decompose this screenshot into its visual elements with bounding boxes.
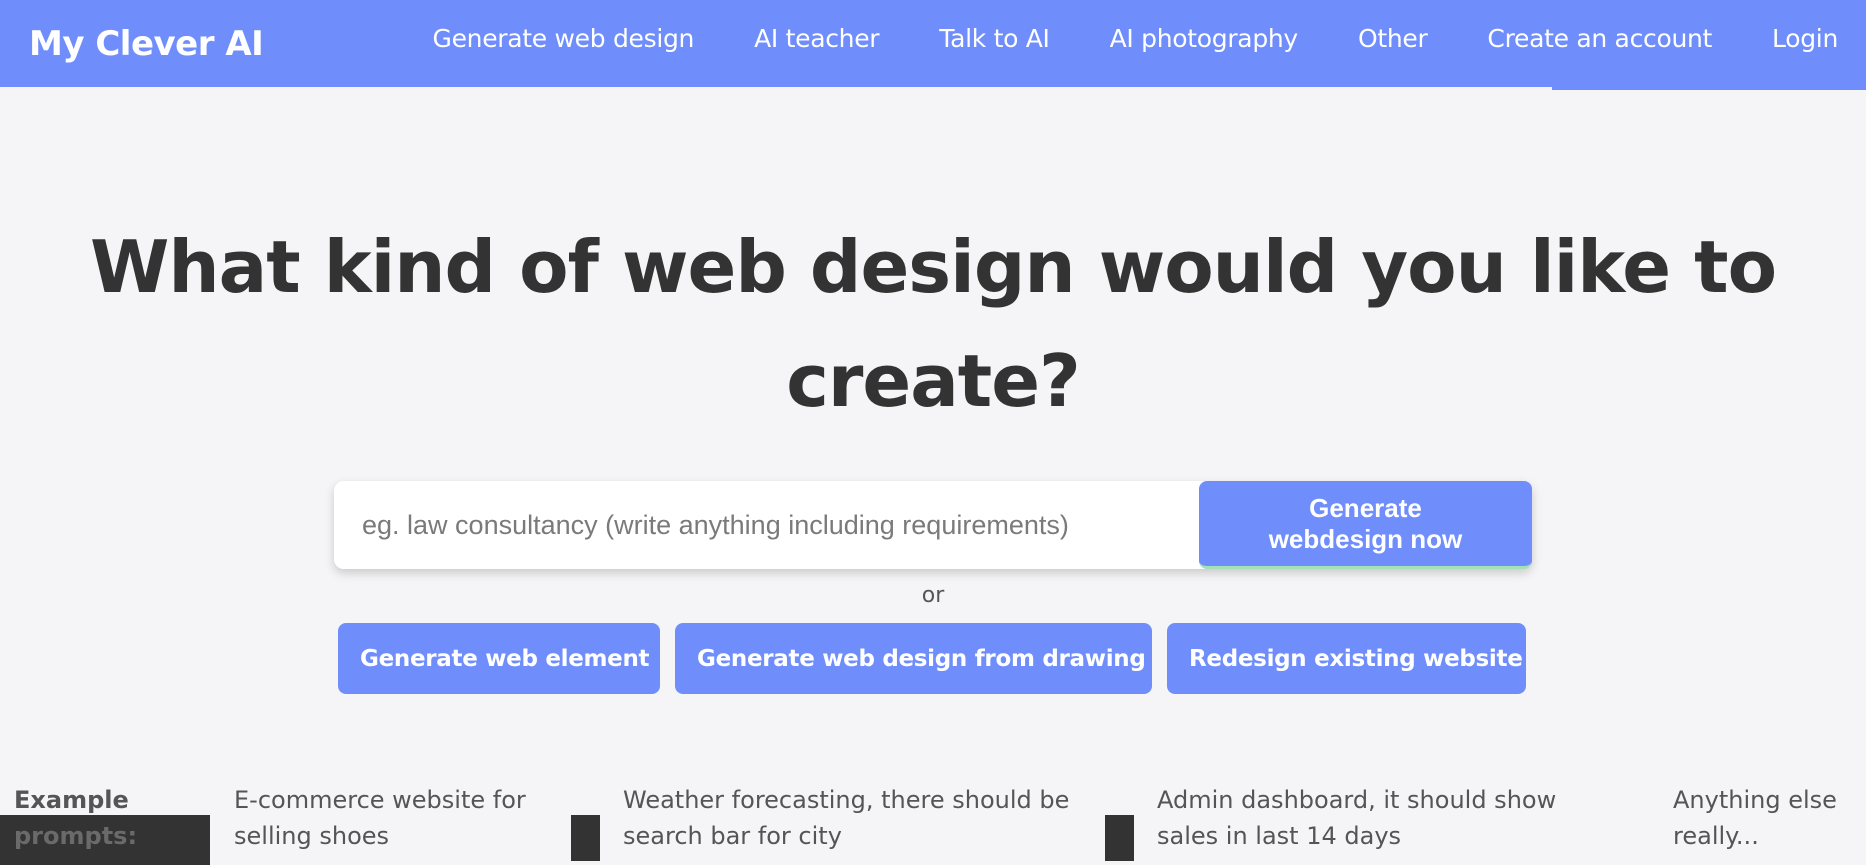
nav-create-account[interactable]: Create an account [1457, 24, 1742, 53]
nav-links: Generate web design AI teacher Talk to A… [403, 0, 1839, 77]
example-prompt-1[interactable]: E-commerce website for selling shoes [234, 782, 526, 854]
design-prompt-input[interactable] [334, 481, 1199, 569]
top-navbar: My Clever AI Generate web design AI teac… [0, 0, 1866, 87]
example-2-line2: search bar for city [623, 822, 842, 850]
generate-web-element-button[interactable]: Generate web element [338, 623, 660, 694]
nav-active-indicator [1552, 85, 1866, 90]
example-1-line2: selling shoes [234, 822, 390, 850]
example-prompt-4[interactable]: Anything else really... [1673, 782, 1837, 854]
example-1-line1: E-commerce website for [234, 786, 526, 814]
example-prompts: Example prompts: E-commerce website for … [0, 782, 1866, 865]
generate-webdesign-button[interactable]: Generate webdesign now [1199, 481, 1532, 569]
generate-button-line2: webdesign now [1268, 523, 1463, 554]
example-4-line1: Anything else [1673, 786, 1837, 814]
example-3-line2: sales in last 14 days [1157, 822, 1402, 850]
example-separator-1 [571, 815, 600, 861]
example-3-line1: Admin dashboard, it should show [1157, 786, 1557, 814]
nav-generate-web-design[interactable]: Generate web design [403, 24, 725, 53]
example-label-line2: prompts: [14, 822, 138, 850]
nav-other[interactable]: Other [1328, 24, 1457, 53]
example-separator-2 [1105, 815, 1134, 861]
nav-ai-teacher[interactable]: AI teacher [724, 24, 909, 53]
nav-ai-photography[interactable]: AI photography [1080, 24, 1328, 53]
example-prompt-2[interactable]: Weather forecasting, there should be sea… [623, 782, 1069, 854]
example-prompt-3[interactable]: Admin dashboard, it should show sales in… [1157, 782, 1556, 854]
example-label-line1: Example [14, 786, 129, 814]
search-bar: Generate webdesign now [334, 481, 1532, 569]
brand-logo[interactable]: My Clever AI [29, 24, 264, 64]
generate-from-drawing-button[interactable]: Generate web design from drawing [675, 623, 1152, 694]
example-prompts-label: Example prompts: [14, 782, 210, 854]
example-2-line1: Weather forecasting, there should be [623, 786, 1070, 814]
redesign-website-button[interactable]: Redesign existing website [1167, 623, 1526, 694]
nav-talk-to-ai[interactable]: Talk to AI [909, 24, 1079, 53]
or-divider: or [921, 583, 945, 608]
generate-button-line1: Generate [1309, 492, 1422, 523]
alternative-actions: Generate web element Generate web design… [338, 623, 1526, 694]
hero-title: What kind of web design would you like t… [89, 225, 1777, 423]
nav-login[interactable]: Login [1742, 24, 1838, 53]
example-4-line2: really... [1673, 822, 1759, 850]
